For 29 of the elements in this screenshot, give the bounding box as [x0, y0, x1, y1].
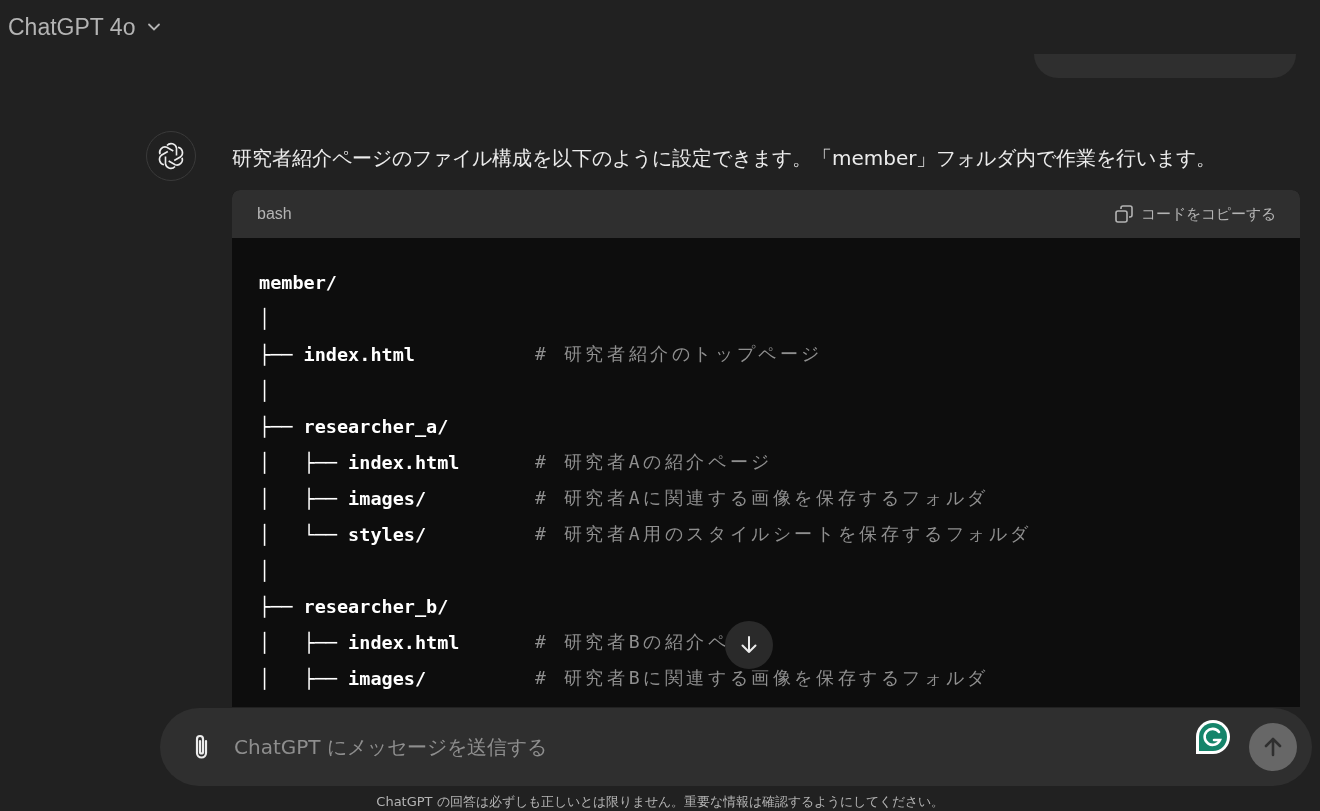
code-line: │ ├── images/ — [259, 667, 428, 689]
code-comment: # 研究者Bの紹介ペ — [535, 630, 730, 654]
copy-code-button[interactable]: コードをコピーする — [1114, 204, 1276, 224]
code-language: bash — [257, 205, 292, 223]
send-button[interactable] — [1249, 723, 1297, 771]
code-line: │ ├── index.html — [259, 631, 461, 653]
code-line: ├── index.html — [259, 343, 416, 365]
copy-icon — [1114, 204, 1134, 224]
code-comment: # 研究者紹介のトップページ — [535, 342, 824, 366]
code-line: │ — [259, 379, 272, 401]
knot-logo-icon — [157, 142, 185, 170]
message-input-field[interactable]: ChatGPT にメッセージを送信する — [234, 735, 1134, 759]
disclaimer-text: ChatGPT の回答は必ずしも正しいとは限りません。重要な情報は確認するようにしてください。 — [375, 793, 945, 811]
code-line: │ ├── images/ — [259, 487, 428, 509]
code-line: ├── researcher_a/ — [259, 415, 450, 437]
code-line: ├── researcher_b/ — [259, 595, 450, 617]
code-comment: # 研究者Aの紹介ページ — [535, 450, 773, 474]
code-line: │ — [259, 307, 272, 329]
message-text: 研究者紹介ページのファイル構成を以下のように設定できます。「member」フォルダ内で作業を行います。 — [232, 145, 1218, 172]
code-comment: # 研究者A用のスタイルシートを保存するフォルダ — [535, 522, 1032, 546]
code-comment: # 研究者Aに関連する画像を保存するフォルダ — [535, 486, 989, 510]
code-line: │ ├── index.html — [259, 451, 461, 473]
code-comment: # 研究者Bに関連する画像を保存するフォルダ — [535, 666, 989, 690]
code-line: member/ — [259, 271, 338, 293]
arrow-down-icon — [738, 634, 760, 656]
code-line: │ — [259, 559, 272, 581]
grammarly-g-icon[interactable] — [1195, 719, 1231, 755]
model-selector[interactable]: ChatGPT 4o — [8, 13, 136, 41]
code-line: │ └── styles/ — [259, 523, 428, 545]
